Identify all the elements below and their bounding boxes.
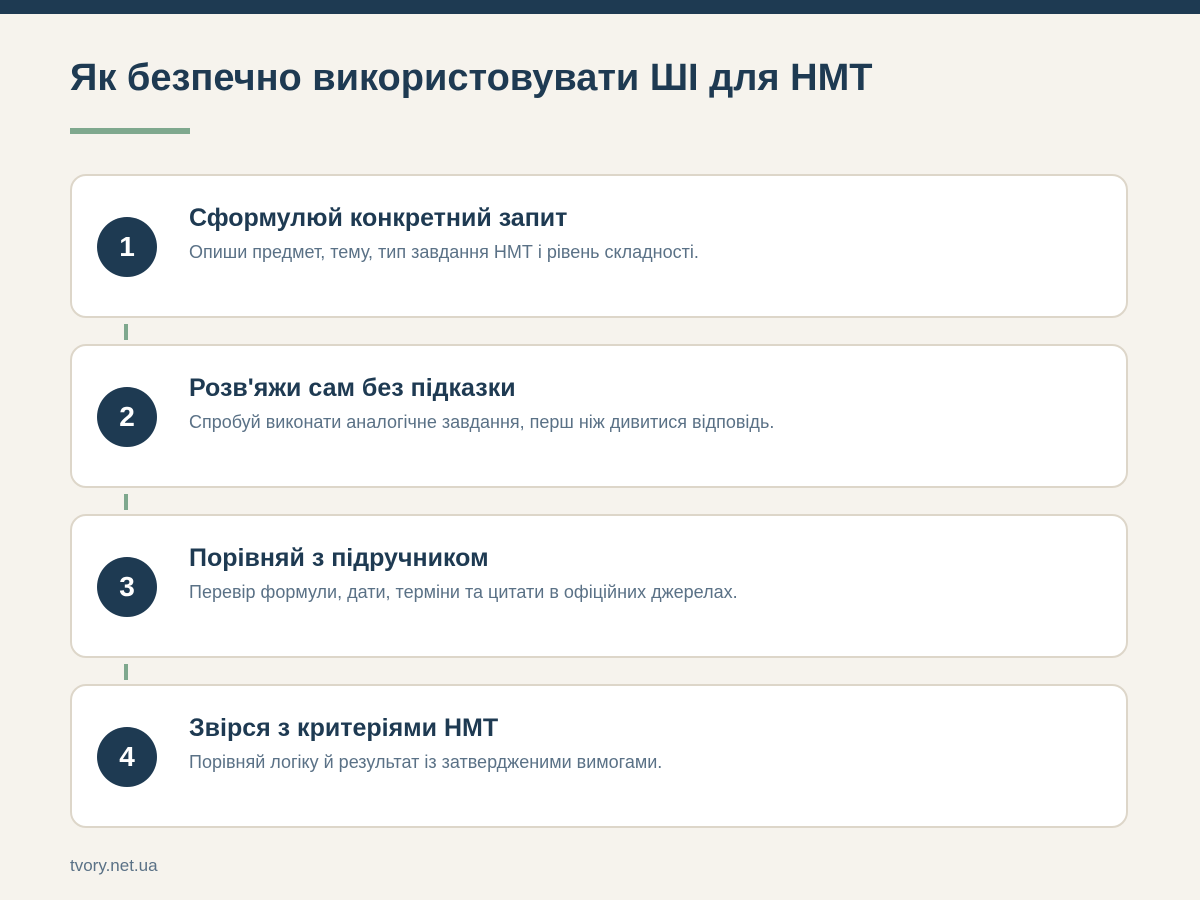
step-description: Порівняй логіку й результат із затвердже… (189, 752, 663, 772)
step-title: Сформулюй конкретний запит (189, 204, 568, 232)
step-title: Порівняй з підручником (189, 544, 489, 572)
step-description: Перевір формули, дати, терміни та цитати… (189, 582, 738, 602)
step-number-badge: 1 (97, 217, 157, 277)
step-title: Розв'яжи сам без підказки (189, 374, 516, 402)
step-title: Звірся з критеріями НМТ (189, 714, 499, 742)
step-card-4: 4 Звірся з критеріями НМТ Порівняй логік… (70, 684, 1128, 828)
step-connector (124, 494, 128, 510)
step-description: Опиши предмет, тему, тип завдання НМТ і … (189, 242, 699, 262)
step-number-badge: 3 (97, 557, 157, 617)
page-title: Як безпечно використовувати ШІ для НМТ (70, 57, 873, 99)
step-card-2: 2 Розв'яжи сам без підказки Спробуй вико… (70, 344, 1128, 488)
step-connector (124, 664, 128, 680)
step-connector (124, 324, 128, 340)
step-card-1: 1 Сформулюй конкретний запит Опиши предм… (70, 174, 1128, 318)
step-number-badge: 4 (97, 727, 157, 787)
step-description: Спробуй виконати аналогічне завдання, пе… (189, 412, 775, 432)
footer-source: tvory.net.ua (70, 856, 158, 875)
step-number-badge: 2 (97, 387, 157, 447)
title-underline (70, 128, 190, 134)
top-accent-bar (0, 0, 1200, 14)
step-card-3: 3 Порівняй з підручником Перевір формули… (70, 514, 1128, 658)
